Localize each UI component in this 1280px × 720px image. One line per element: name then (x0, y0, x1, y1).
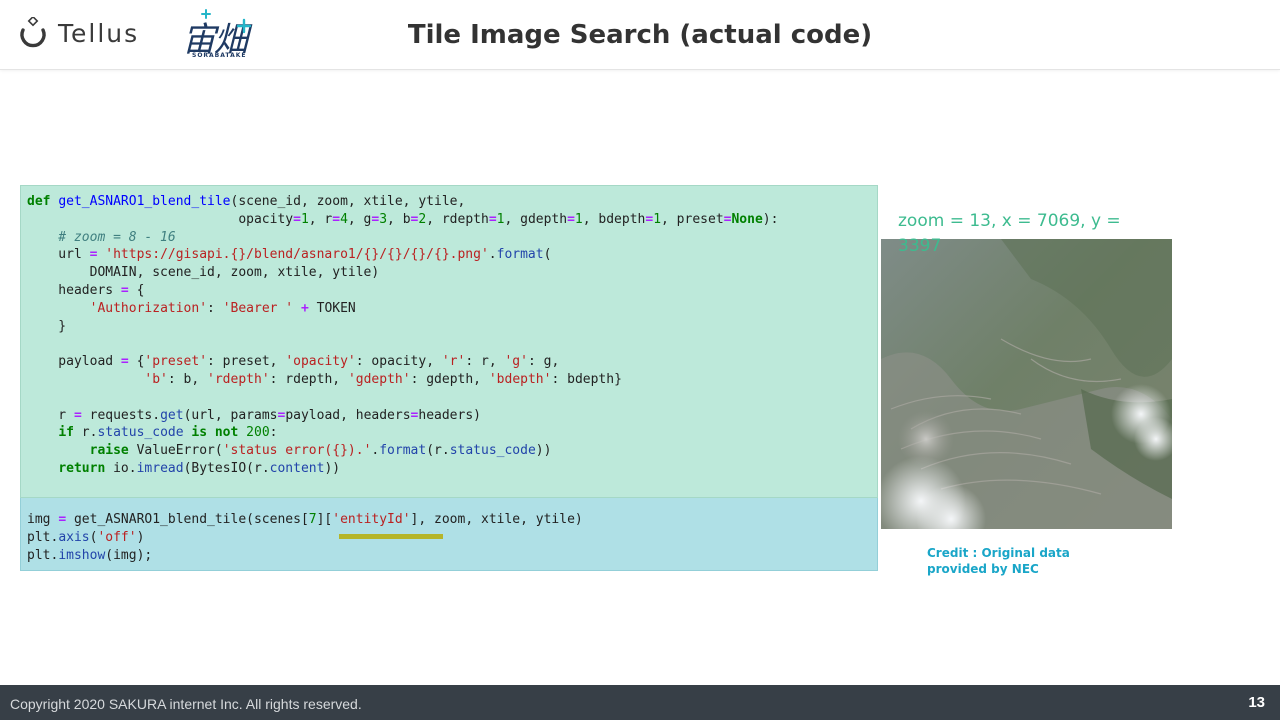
code-line: 'b': b, 'rdepth': rdepth, 'gdepth': gdep… (144, 371, 622, 387)
code-line: r = requests.get(url, params=payload, he… (27, 407, 481, 423)
tellus-logo: Tellus (18, 15, 140, 50)
sorabatake-logo: 宙畑 SORABATAKE (180, 8, 262, 62)
entity-id-underline (339, 534, 443, 539)
code-line: raise ValueError('status error({}).'.for… (89, 443, 552, 459)
code-comment: # zoom = 8 - 16 (27, 229, 176, 245)
function-definition-code: def get_ASNARO1_blend_tile(scene_id, zoo… (27, 193, 778, 478)
code-line: return io.imread(BytesIO(r.content)) (58, 460, 341, 476)
slide-header: Tellus 宙畑 SORABATAKE Tile Image Search (… (0, 0, 1280, 70)
code-line: plt.axis('off') (27, 529, 145, 545)
code-line: headers = { (27, 282, 145, 298)
entity-id-highlight: 'entityId' (332, 512, 411, 527)
credit-line-2: provided by NEC (927, 562, 1039, 576)
tellus-logo-text: Tellus (58, 18, 140, 48)
image-credit: Credit : Original data provided by NEC (927, 545, 1070, 577)
tellus-logo-icon (18, 15, 48, 49)
slide-footer: Copyright 2020 SAKURA internet Inc. All … (0, 685, 1280, 720)
satellite-image (876, 239, 1178, 554)
page-number: 13 (1248, 694, 1265, 711)
code-line: if r.status_code is not 200: (58, 425, 278, 441)
code-line: img = get_ASNARO1_blend_tile(scenes[7]['… (27, 512, 583, 527)
copyright-text: Copyright 2020 SAKURA internet Inc. All … (10, 696, 362, 712)
code-line: opacity=1, r=4, g=3, b=2, rdepth=1, gdep… (27, 211, 779, 227)
code-line: } (27, 318, 67, 334)
code-cell: def get_ASNARO1_blend_tile(scene_id, zoo… (20, 185, 878, 571)
sorabatake-logo-latin: SORABATAKE (192, 52, 247, 59)
code-line: DOMAIN, scene_id, zoom, xtile, ytile) (27, 265, 380, 281)
slide-title: Tile Image Search (actual code) (407, 20, 873, 50)
code-line: 'Authorization': 'Bearer ' + TOKEN (89, 300, 356, 316)
code-line: url = 'https://gisapi.{}/blend/asnaro1/{… (27, 247, 552, 263)
code-line: def get_ASNARO1_blend_tile(scene_id, zoo… (27, 194, 466, 209)
function-call-block: img = get_ASNARO1_blend_tile(scenes[7]['… (20, 498, 878, 571)
code-line: payload = {'preset': preset, 'opacity': … (27, 354, 560, 370)
function-call-code: img = get_ASNARO1_blend_tile(scenes[7]['… (27, 511, 583, 564)
credit-line-1: Credit : Original data (927, 546, 1070, 560)
code-line: plt.imshow(img); (27, 547, 153, 563)
function-definition-block: def get_ASNARO1_blend_tile(scene_id, zoo… (20, 185, 878, 498)
sparkle-icon (201, 9, 252, 34)
tile-coordinates-caption: zoom = 13, x = 7069, y = 3397 (898, 211, 1121, 256)
